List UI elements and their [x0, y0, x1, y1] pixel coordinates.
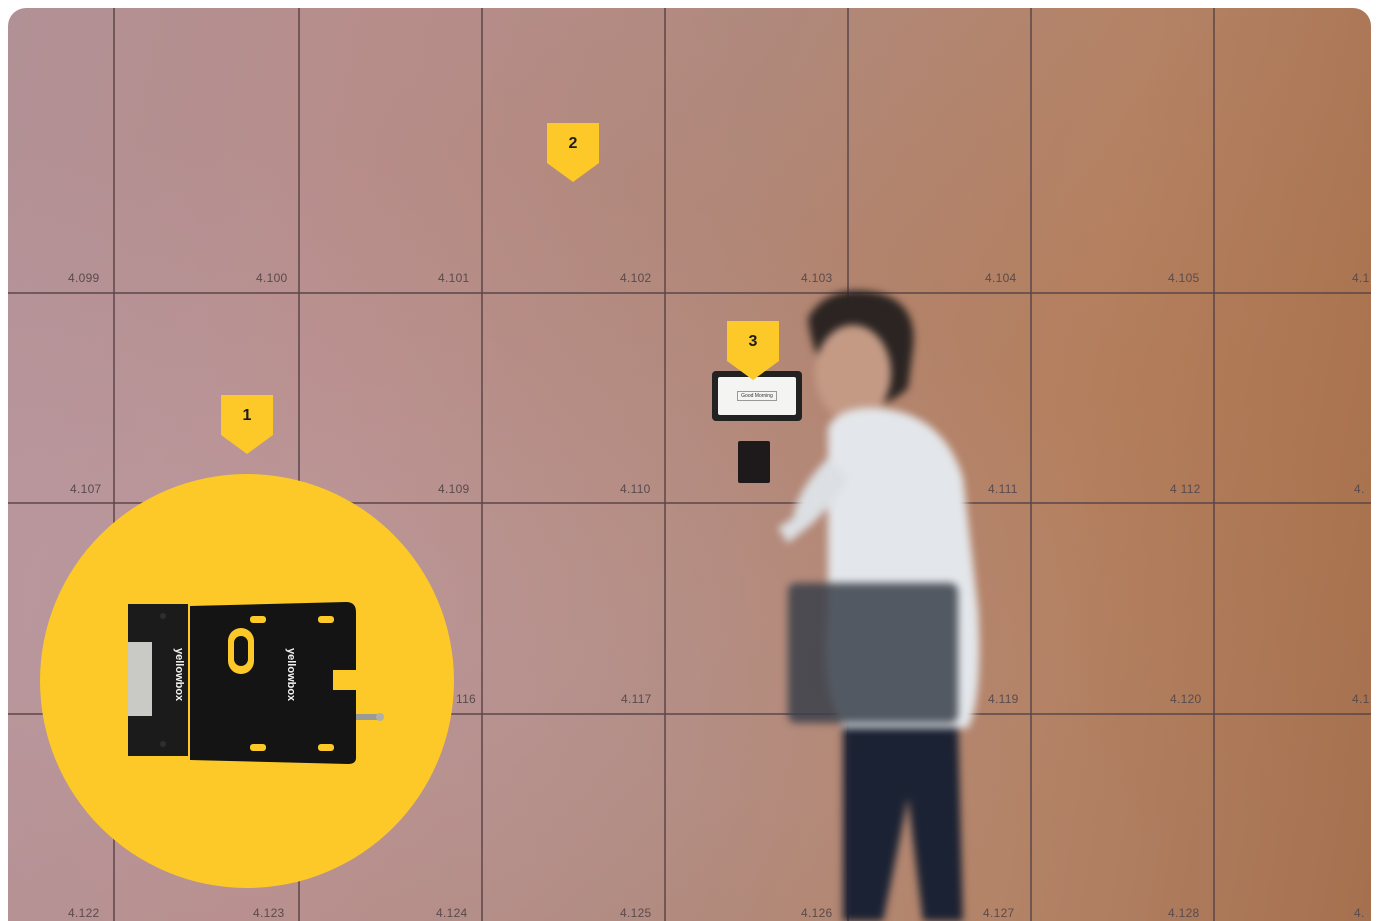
locker-seam — [481, 8, 483, 921]
locker-number: 116 — [456, 692, 477, 706]
locker-number: 4.109 — [438, 482, 470, 496]
locker-number: 4.102 — [620, 271, 652, 285]
locker-number: 4.124 — [436, 906, 468, 920]
callout-label: 1 — [242, 407, 252, 424]
locker-number: 4.099 — [68, 271, 100, 285]
locker-number: 4. — [1354, 906, 1365, 920]
callout-label: 3 — [748, 333, 758, 350]
locker-number: 4.1 — [1352, 271, 1370, 285]
callout-label: 2 — [568, 135, 578, 152]
locker-number: 4.107 — [70, 482, 102, 496]
locker-seam — [1213, 8, 1215, 921]
locker-seam — [664, 8, 666, 921]
locker-number: 4.125 — [620, 906, 652, 920]
brand-logo-plate: yellowbox — [285, 648, 297, 702]
locker-number: 4.117 — [621, 692, 652, 706]
locker-number: 4.110 — [620, 482, 651, 496]
locker-wall-photo: 4.099 4.100 4.101 4.102 4.103 4.104 4.10… — [8, 8, 1371, 921]
locker-seam — [1030, 8, 1032, 921]
locker-number: 4.120 — [1170, 692, 1202, 706]
locker-number: 4 112 — [1170, 482, 1201, 496]
locker-number: 4.123 — [253, 906, 285, 920]
callout-1: 1 — [221, 395, 273, 454]
locker-number: 4.100 — [256, 271, 288, 285]
callout-2: 2 — [547, 123, 599, 182]
locker-number: 4.122 — [68, 906, 100, 920]
callout-3: 3 — [727, 321, 779, 380]
locker-number: 4.1 — [1352, 692, 1370, 706]
locker-seam — [8, 292, 1371, 294]
electronic-lock-image: yellowbox yellowbox — [128, 602, 384, 764]
locker-number: 4.105 — [1168, 271, 1200, 285]
card-reader[interactable] — [738, 441, 770, 483]
brand-logo-left: yellowbox — [173, 648, 185, 702]
walking-person — [778, 290, 980, 921]
locker-number: 4.128 — [1168, 906, 1200, 920]
locker-number: 4.101 — [438, 271, 470, 285]
locker-number: 4. — [1354, 482, 1365, 496]
